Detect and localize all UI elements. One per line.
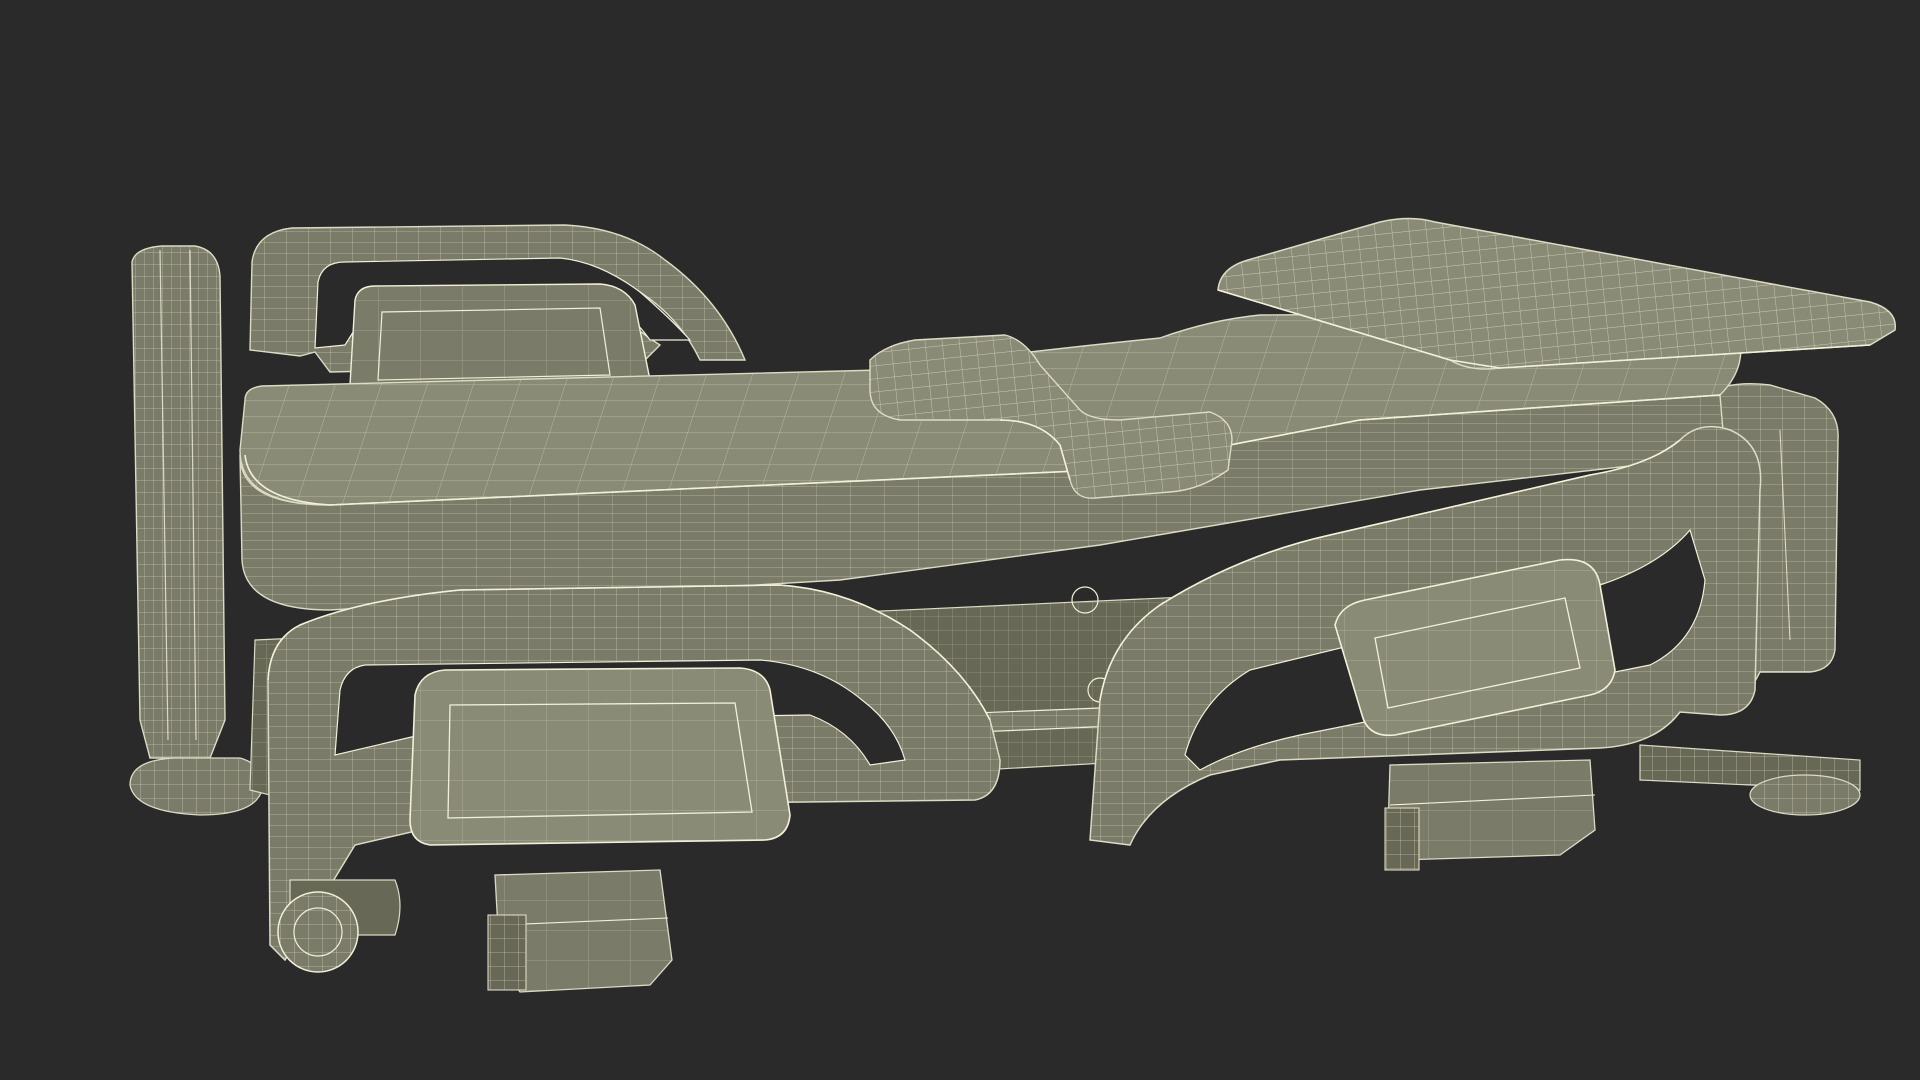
- hospital-bed-wireframe-render: [0, 0, 1920, 1080]
